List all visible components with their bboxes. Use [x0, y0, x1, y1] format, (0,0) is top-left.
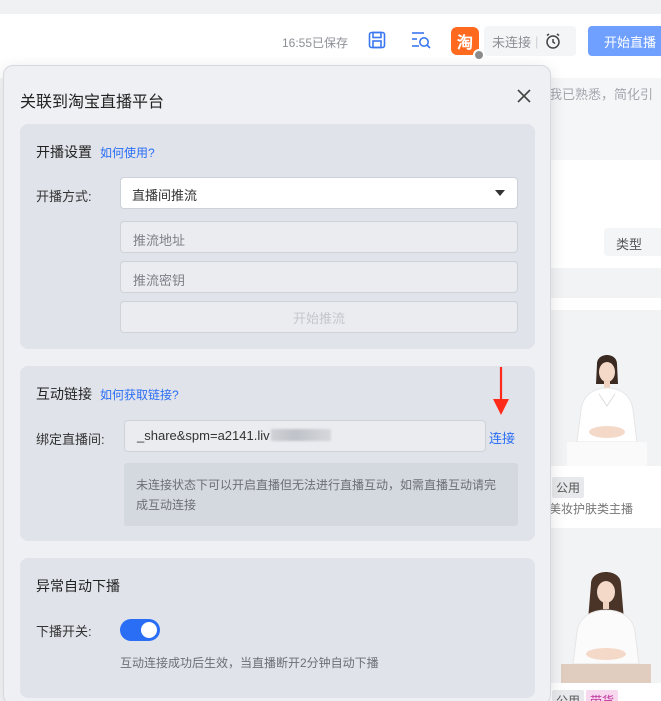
interaction-link-title: 互动链接: [36, 386, 92, 402]
stream-mode-select[interactable]: 直播间推流: [120, 177, 518, 209]
redacted-mask: [270, 429, 331, 441]
connection-notice: 未连接状态下可以开启直播但无法进行直播互动，如需直播互动请完成互动连接: [124, 463, 518, 526]
search-list-icon[interactable]: [410, 29, 432, 51]
type-filter-select[interactable]: 类型: [604, 228, 661, 256]
push-key-field[interactable]: 推流密钥: [120, 261, 518, 293]
public-tag: 公用: [552, 477, 585, 498]
bind-room-label: 绑定直播间:: [36, 432, 105, 447]
goods-tag: 带货: [586, 690, 619, 701]
type-filter-label: 类型: [616, 237, 643, 252]
save-icon[interactable]: [366, 29, 388, 51]
public-tag: 公用: [552, 690, 585, 701]
connection-status-box[interactable]: 未连接 |: [484, 26, 576, 56]
auto-stop-hint: 互动连接成功后生效，当直播断开2分钟自动下播: [120, 656, 379, 670]
stream-settings-card: 开播设置 如何使用? 开播方式: 直播间推流 推流地址 推流密钥 开始推流: [20, 124, 535, 349]
anchor-card-1[interactable]: [549, 310, 661, 466]
toggle-knob: [141, 622, 157, 638]
guide-hint-text[interactable]: 我已熟悉，简化引: [549, 84, 653, 103]
room-url-value: _share&spm=a2141.liv: [137, 428, 270, 443]
connect-link[interactable]: 连接: [489, 428, 515, 447]
caret-down-icon: [495, 190, 505, 196]
anchor-caption: 美妆护肤类主播: [549, 502, 634, 516]
stream-settings-title: 开播设置: [36, 144, 92, 160]
anchor-card-2[interactable]: [549, 528, 661, 683]
auto-stop-card: 异常自动下播 下播开关: 互动连接成功后生效，当直播断开2分钟自动下播: [20, 558, 535, 698]
separator: |: [535, 33, 539, 49]
start-live-button[interactable]: 开始直播: [588, 26, 661, 56]
alarm-clock-icon[interactable]: [544, 32, 562, 50]
start-push-button[interactable]: 开始推流: [120, 301, 518, 333]
annotation-arrow-icon: [493, 367, 509, 415]
auto-stop-title: 异常自动下播: [36, 578, 120, 594]
taobao-link-dialog: 关联到淘宝直播平台 开播设置 如何使用? 开播方式: 直播间推流 推流地址 推流…: [3, 65, 551, 701]
auto-stop-toggle[interactable]: [120, 619, 160, 641]
how-to-use-link[interactable]: 如何使用?: [100, 144, 155, 161]
how-to-get-link[interactable]: 如何获取链接?: [100, 386, 179, 403]
saved-status: 16:55已保存: [282, 36, 349, 50]
interaction-link-card: 互动链接 如何获取链接? 绑定直播间: _share&spm=a2141.liv…: [20, 366, 535, 541]
taobao-logo-text: 淘: [456, 35, 473, 52]
stream-mode-value: 直播间推流: [132, 188, 198, 203]
room-url-field[interactable]: _share&spm=a2141.liv: [124, 420, 486, 452]
top-strip: [0, 0, 661, 14]
stop-switch-label: 下播开关:: [36, 624, 92, 639]
filter-band: [549, 268, 661, 298]
push-url-field[interactable]: 推流地址: [120, 221, 518, 253]
anchor-avatar-1: [567, 355, 647, 466]
close-icon[interactable]: [514, 86, 534, 106]
connection-status-text: 未连接: [492, 34, 532, 50]
anchor-avatar-2: [561, 572, 651, 683]
dialog-title: 关联到淘宝直播平台: [20, 94, 165, 111]
stream-mode-label: 开播方式:: [36, 189, 92, 204]
